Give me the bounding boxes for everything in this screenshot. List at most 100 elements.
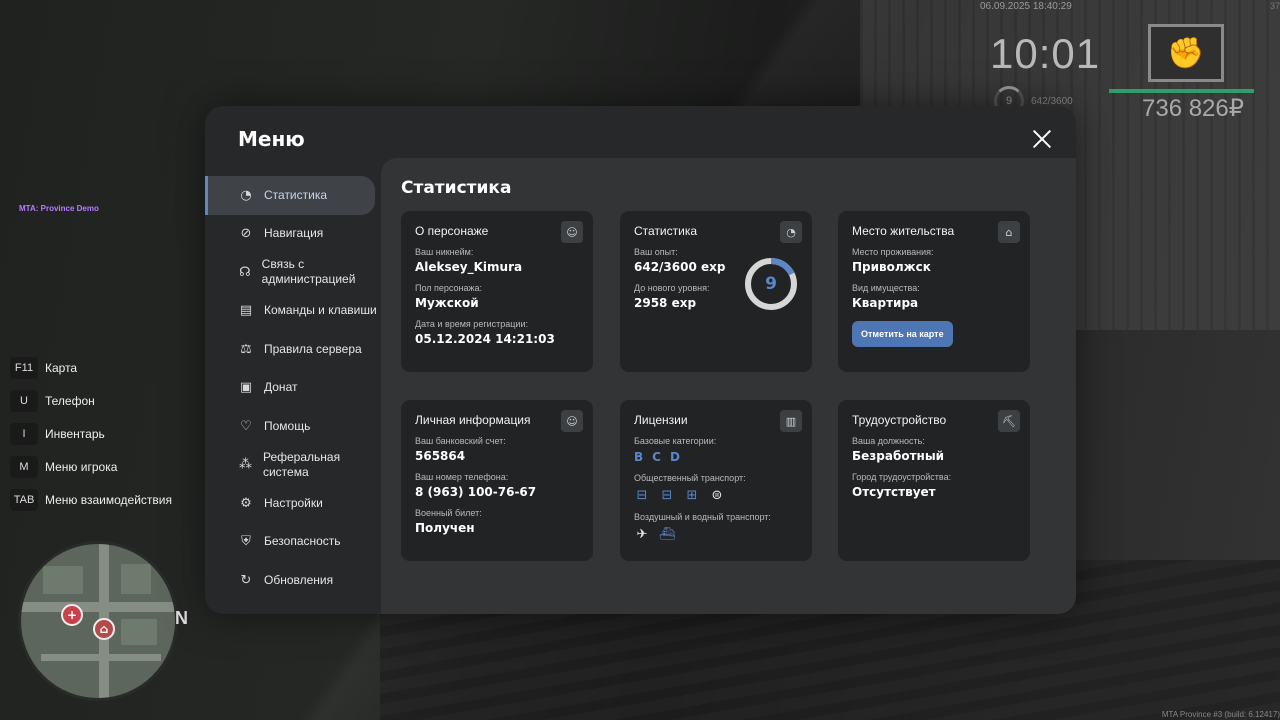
military-value: Получен [415, 521, 475, 535]
registration-value: 05.12.2024 14:21:03 [415, 332, 555, 346]
sidebar-item-label: Донат [264, 380, 298, 395]
place-value: Приволжск [852, 260, 931, 274]
sidebar-item-label: Статистика [264, 187, 328, 202]
sidebar-item-label: Безопасность [264, 534, 341, 549]
key-label: Телефон [45, 393, 95, 408]
plane-icon: ✈ [636, 526, 648, 542]
sidebar-item-label: Команды и клавиши [264, 303, 377, 318]
bank-label: Ваш банковский счет: [415, 436, 506, 446]
card-title: Место жительства [852, 224, 955, 238]
scales-icon: ⚖ [240, 341, 252, 357]
public-transport-icons: ⊟ ⊟ ⊞ ⊜ [634, 487, 798, 503]
card-licenses: Лицензии ▥ Базовые категории: B C D Обще… [620, 400, 812, 561]
shop-marker-icon: ⌂ [93, 618, 115, 640]
bus-icon: ⊟ [636, 487, 648, 503]
place-label: Место проживания: [852, 247, 934, 257]
sidebar: ◔ Статистика ⊘ Навигация ☊ Связь с админ… [205, 176, 381, 600]
sidebar-item-updates[interactable]: ↻ Обновления [205, 561, 381, 600]
minimap-block [121, 619, 157, 645]
pie-chart-icon: ◔ [240, 187, 252, 203]
sidebar-item-label: Правила сервера [264, 341, 362, 356]
public-transport-label: Общественный транспорт: [634, 473, 746, 483]
key-label: Инвентарь [45, 426, 105, 441]
sidebar-item-settings[interactable]: ⚙ Настройки [205, 484, 381, 523]
job-city-value: Отсутствует [852, 485, 936, 499]
card-title: О персонаже [415, 224, 489, 238]
hud-corner-number: 37 [1269, 1, 1280, 11]
category-c: C [652, 450, 661, 464]
phone-label: Ваш номер телефона: [415, 472, 509, 482]
compass-icon: ⊘ [240, 226, 252, 242]
level-number: 9 [765, 274, 777, 294]
pickaxe-icon: ⛏ [998, 410, 1020, 432]
key-label: Меню взаимодействия [45, 492, 172, 507]
nickname-label: Ваш никнейм: [415, 247, 474, 257]
key-hint-inventory: I Инвентарь [10, 417, 172, 450]
category-b: B [634, 450, 644, 464]
content-panel: Статистика О персонаже ☺ Ваш никнейм: Al… [381, 158, 1076, 614]
tram-icon: ⊞ [686, 487, 698, 503]
key-label: Карта [45, 360, 78, 375]
minimap: + ⌂ [18, 541, 178, 701]
sidebar-item-referral[interactable]: ⁂ Реферальная система [205, 446, 381, 485]
position-value: Безработный [852, 449, 945, 463]
hospital-marker-icon: + [61, 604, 83, 626]
sidebar-item-label: Настройки [264, 495, 323, 510]
hud-money: 736 826₽ [1142, 95, 1245, 122]
sidebar-item-rules[interactable]: ⚖ Правила сервера [205, 330, 381, 369]
card-title: Личная информация [415, 413, 531, 427]
pie-chart-icon: ◔ [780, 221, 802, 243]
face-icon: ☺ [561, 410, 583, 432]
bank-value: 565864 [415, 449, 466, 463]
wallet-icon: ▣ [239, 380, 253, 396]
subway-icon: ⊜ [711, 487, 723, 503]
air-water-icons: ✈ ⛴ [634, 526, 798, 542]
sidebar-item-donate[interactable]: ▣ Донат [205, 369, 381, 408]
key-label: Меню игрока [45, 459, 118, 474]
sidebar-item-security[interactable]: ⛨ Безопасность [205, 523, 381, 562]
sidebar-item-admin-contact[interactable]: ☊ Связь с администрацией [205, 253, 381, 292]
minimap-block [43, 566, 83, 594]
headset-icon: ☊ [239, 264, 251, 280]
key-cap: TAB [10, 488, 38, 511]
page-title: Статистика [401, 178, 512, 198]
refresh-check-icon: ↻ [240, 572, 252, 588]
mark-on-map-button[interactable]: Отметить на карте [852, 321, 953, 347]
category-d: D [669, 450, 680, 464]
shield-icon: ⛨ [241, 534, 251, 550]
minimap-north-icon: N [175, 608, 188, 628]
minimap-road [41, 654, 161, 661]
document-icon: ▤ [239, 303, 253, 319]
user-icon: ☺ [561, 221, 583, 243]
air-water-label: Воздушный и водный транспорт: [634, 512, 771, 522]
sidebar-item-navigation[interactable]: ⊘ Навигация [205, 215, 381, 254]
basic-categories-label: Базовые категории: [634, 436, 717, 446]
home-icon: ⌂ [998, 221, 1020, 243]
key-hint-phone: U Телефон [10, 384, 172, 417]
key-hint-player-menu: M Меню игрока [10, 450, 172, 483]
gender-label: Пол персонажа: [415, 283, 483, 293]
card-character: О персонаже ☺ Ваш никнейм: Aleksey_Kimur… [401, 211, 593, 372]
license-icon: ▥ [780, 410, 802, 432]
card-employment: Трудоустройство ⛏ Ваша должность: Безраб… [838, 400, 1030, 561]
key-hint-map: F11 Карта [10, 351, 172, 384]
card-personal: Личная информация ☺ Ваш банковский счет:… [401, 400, 593, 561]
network-icon: ⁂ [238, 457, 252, 473]
key-hints: F11 Карта U Телефон I Инвентарь M Меню игрок… [10, 351, 172, 516]
sidebar-item-statistics[interactable]: ◔ Статистика [205, 176, 375, 215]
heart-hand-icon: ♡ [240, 418, 252, 434]
hud-health-bar [1109, 89, 1254, 93]
close-button[interactable] [1030, 127, 1054, 151]
key-cap: U [10, 389, 38, 412]
phone-value: 8 (963) 100-76-67 [415, 485, 537, 499]
sidebar-item-label: Обновления [264, 572, 334, 587]
boat-icon: ⛴ [658, 526, 676, 542]
hud-clock: 10:01 [990, 30, 1101, 77]
military-label: Военный билет: [415, 508, 482, 518]
position-label: Ваша должность: [852, 436, 925, 446]
sidebar-item-commands[interactable]: ▤ Команды и клавиши [205, 292, 381, 331]
minimap-block [121, 564, 151, 594]
sidebar-item-help[interactable]: ♡ Помощь [205, 407, 381, 446]
key-cap: I [10, 422, 38, 445]
registration-label: Дата и время регистрации: [415, 319, 528, 329]
